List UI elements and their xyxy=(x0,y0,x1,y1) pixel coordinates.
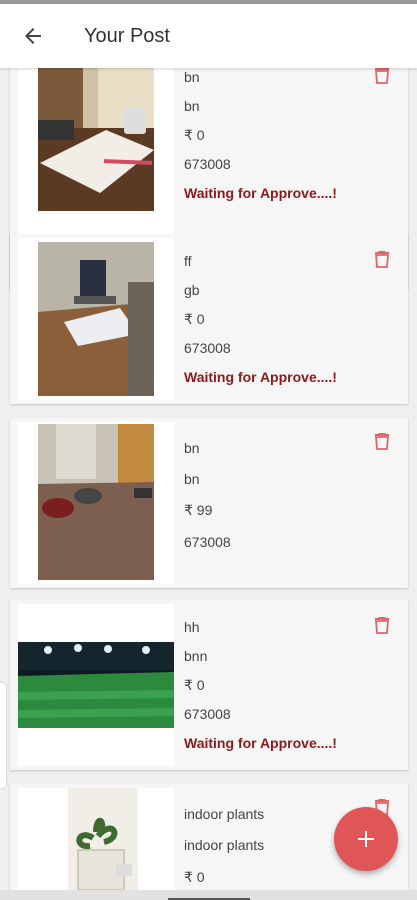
post-pincode: 673008 xyxy=(184,340,231,356)
page-title: Your Post xyxy=(84,24,170,47)
back-button[interactable] xyxy=(0,4,66,68)
post-price: ₹ 0 xyxy=(184,677,205,693)
add-post-button[interactable] xyxy=(334,807,398,871)
post-pincode: 673008 xyxy=(184,534,231,550)
delete-icon[interactable] xyxy=(374,68,390,84)
post-price: ₹ 99 xyxy=(184,502,213,518)
post-status: Waiting for Approve....! xyxy=(184,735,337,751)
post-pincode: 673008 xyxy=(184,706,231,722)
delete-icon[interactable] xyxy=(374,250,390,268)
post-title: bn xyxy=(184,440,200,456)
post-title: hh xyxy=(184,619,200,635)
post-description: bn xyxy=(184,98,200,114)
post-image xyxy=(38,68,154,211)
post-title: ff xyxy=(184,253,192,269)
delete-icon[interactable] xyxy=(374,432,390,450)
post-list[interactable]: bn bn ₹ 0 673008 Waiting for Approve....… xyxy=(0,68,417,890)
post-description: bn xyxy=(184,471,200,487)
post-image xyxy=(38,242,154,396)
post-description: indoor plants xyxy=(184,837,265,853)
post-title: bn xyxy=(184,69,200,85)
app-bar: Your Post xyxy=(0,4,417,68)
edge-handle[interactable] xyxy=(0,683,6,788)
post-description: gb xyxy=(184,282,200,298)
post-price: ₹ 0 xyxy=(184,869,205,885)
post-image xyxy=(18,642,174,728)
post-pincode: 673008 xyxy=(184,156,231,172)
post-card[interactable]: hh bnn ₹ 0 673008 Waiting for Approve...… xyxy=(10,600,408,770)
post-card[interactable]: bn bn ₹ 99 673008 xyxy=(10,418,408,588)
post-status: Waiting for Approve....! xyxy=(184,185,337,201)
post-description: bnn xyxy=(184,648,208,664)
post-title: indoor plants xyxy=(184,806,265,822)
plus-icon xyxy=(358,831,374,847)
post-price: ₹ 0 xyxy=(184,127,205,143)
delete-icon[interactable] xyxy=(374,616,390,634)
post-image xyxy=(38,424,154,580)
post-status: Waiting for Approve....! xyxy=(184,369,337,385)
system-nav-bar xyxy=(0,890,417,900)
post-card[interactable]: ff gb ₹ 0 673008 Waiting for Approve....… xyxy=(10,234,408,404)
post-price: ₹ 0 xyxy=(184,311,205,327)
arrow-left-icon xyxy=(25,28,41,44)
post-image xyxy=(18,788,174,890)
